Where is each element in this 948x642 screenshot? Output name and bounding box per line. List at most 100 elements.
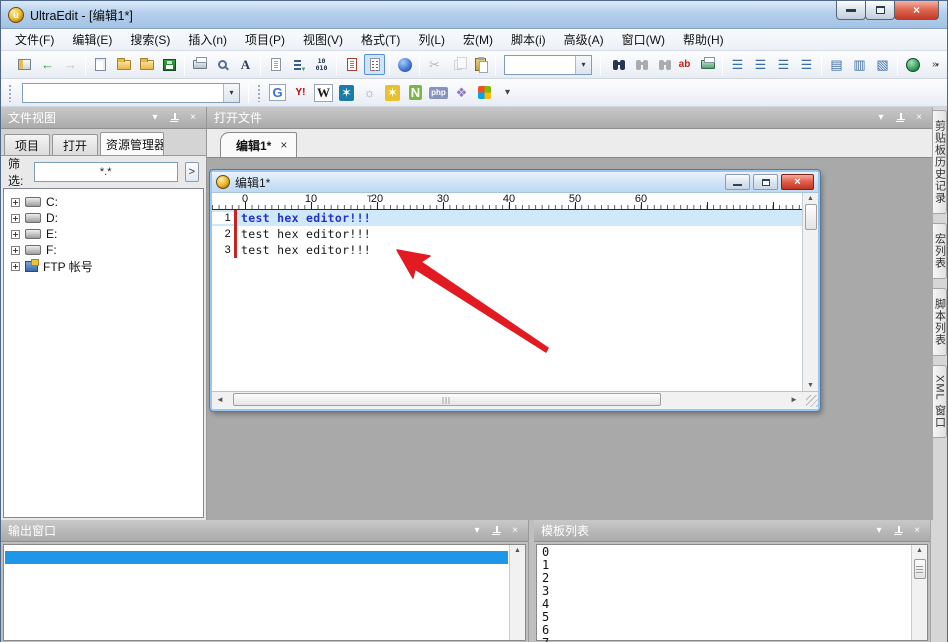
menu-help[interactable]: 帮助(H) [674, 28, 733, 51]
tree-item-drive-c[interactable]: C: [6, 194, 201, 210]
align-center-icon[interactable]: ☰ [750, 54, 771, 75]
template-list-item[interactable]: 1 [542, 559, 906, 572]
output-list[interactable] [4, 545, 509, 640]
scroll-down-icon[interactable]: ▼ [807, 382, 814, 389]
tree-item-drive-f[interactable]: F: [6, 242, 201, 258]
favorites-combobox[interactable]: ▾ [22, 83, 240, 103]
scroll-up-icon[interactable]: ▲ [807, 195, 814, 202]
menu-edit[interactable]: 编辑(E) [63, 28, 121, 51]
align-left-icon[interactable]: ☰ [727, 54, 748, 75]
print-icon[interactable] [189, 54, 210, 75]
file-view-header[interactable]: 文件视图 ▾ × [1, 107, 206, 129]
menu-project[interactable]: 项目(P) [236, 28, 294, 51]
lightbulb-icon[interactable]: ☼ [359, 82, 380, 103]
side-tab-clipboard-history[interactable]: 剪贴板历史记录 [933, 110, 947, 214]
resize-grip[interactable] [802, 392, 818, 407]
google-icon[interactable]: G [267, 82, 288, 103]
php-icon[interactable]: php [428, 82, 449, 103]
editor-window-titlebar[interactable]: 编辑1* × [212, 172, 818, 193]
close-button[interactable]: × [894, 1, 939, 20]
output-header[interactable]: 输出窗口 ▾ × [1, 520, 528, 542]
pin-icon[interactable] [168, 112, 180, 124]
hex-edit-icon[interactable]: 10 010 [311, 54, 332, 75]
close-icon[interactable]: × [187, 112, 199, 124]
find-next-icon[interactable] [651, 54, 672, 75]
windows-icon[interactable] [474, 82, 495, 103]
side-tab-script-list[interactable]: 脚本列表 [933, 288, 947, 356]
print-preview-icon[interactable] [212, 54, 233, 75]
editor-line[interactable]: 3 test hex editor!!! [212, 242, 802, 258]
forward-icon[interactable]: → [60, 54, 81, 75]
template-list-item[interactable]: 3 [542, 585, 906, 598]
menu-insert[interactable]: 插入(n) [179, 28, 236, 51]
menu-file[interactable]: 文件(F) [6, 28, 63, 51]
menu-advanced[interactable]: 高级(A) [555, 28, 613, 51]
msdn-icon[interactable]: ✶ [336, 82, 357, 103]
print-banner-icon[interactable] [697, 54, 718, 75]
menu-format[interactable]: 格式(T) [352, 28, 409, 51]
editor-line[interactable]: 2 test hex editor!!! [212, 226, 802, 242]
scroll-right-icon[interactable]: ► [786, 392, 802, 407]
file-view-tab-open[interactable]: 打开 [52, 134, 98, 155]
menu-macro[interactable]: 宏(M) [454, 28, 502, 51]
chevron-down-icon[interactable]: ▾ [575, 56, 591, 74]
scroll-left-icon[interactable]: ◄ [212, 392, 228, 407]
netscape-icon[interactable]: N [405, 82, 426, 103]
toolbar-overflow-icon[interactable]: ▾ [497, 82, 518, 103]
copy-icon[interactable] [447, 54, 468, 75]
split-horizontal-icon[interactable]: ▤ [826, 54, 847, 75]
browser-icon[interactable] [394, 54, 415, 75]
menu-script[interactable]: 脚本(i) [502, 28, 555, 51]
open-file-icon[interactable] [113, 54, 134, 75]
template-list-item[interactable]: 5 [542, 611, 906, 624]
chevron-down-icon[interactable]: ▾ [875, 112, 887, 124]
scrollbar-thumb[interactable] [805, 204, 817, 230]
document-tab[interactable]: 编辑1* × [220, 132, 297, 157]
template-list-item[interactable]: 4 [542, 598, 906, 611]
close-button[interactable]: × [781, 174, 814, 190]
scroll-up-icon[interactable]: ▲ [514, 547, 521, 554]
tree-item-drive-d[interactable]: D: [6, 210, 201, 226]
tree-item-drive-e[interactable]: E: [6, 226, 201, 242]
explorer-tree[interactable]: C: D: E: F: FTP 帐号 [3, 188, 204, 518]
expand-icon[interactable] [11, 262, 20, 271]
line-numbers-icon[interactable] [364, 54, 385, 75]
find-icon[interactable] [605, 54, 626, 75]
compare-icon[interactable] [341, 54, 362, 75]
expand-icon[interactable] [11, 246, 20, 255]
file-view-tab-project[interactable]: 项目 [4, 134, 50, 155]
restore-button[interactable] [753, 174, 778, 190]
close-icon[interactable]: × [913, 112, 925, 124]
wikipedia-icon[interactable]: W [313, 82, 334, 103]
text-area[interactable]: 1 test hex editor!!! 2 test hex editor!!… [212, 210, 802, 391]
template-list[interactable]: 01234567 [537, 545, 911, 640]
pin-icon[interactable] [490, 525, 502, 537]
scroll-up-icon[interactable]: ▲ [916, 547, 923, 554]
template-list-item[interactable]: 2 [542, 572, 906, 585]
minimize-button[interactable] [725, 174, 750, 190]
close-file-icon[interactable] [136, 54, 157, 75]
template-list-item[interactable]: 0 [542, 546, 906, 559]
side-tab-xml-window[interactable]: XML 窗口 [933, 365, 947, 438]
toolbar-overflow-icon[interactable]: » [925, 54, 946, 75]
selected-row[interactable] [5, 551, 508, 564]
side-tab-macro-list[interactable]: 宏列表 [933, 223, 947, 279]
tree-item-ftp-accounts[interactable]: FTP 帐号 [6, 258, 201, 274]
chevron-down-icon[interactable]: ▾ [471, 525, 483, 537]
file-view-tab-explorer[interactable]: 资源管理器 [100, 132, 164, 155]
msn-icon[interactable]: ❖ [451, 82, 472, 103]
find-prev-icon[interactable] [628, 54, 649, 75]
editor-line[interactable]: 1 test hex editor!!! [212, 210, 802, 226]
replace-icon[interactable]: ab [674, 54, 695, 75]
scrollbar-thumb[interactable] [233, 393, 661, 406]
cascade-windows-icon[interactable]: ▧ [872, 54, 893, 75]
restore-button[interactable] [865, 1, 895, 20]
chevron-down-icon[interactable]: ▾ [873, 525, 885, 537]
cut-icon[interactable]: ✂ [424, 54, 445, 75]
template-list-item[interactable]: 6 [542, 624, 906, 637]
pin-icon[interactable] [894, 112, 906, 124]
split-vertical-icon[interactable]: ▥ [849, 54, 870, 75]
toolbar-grip[interactable] [257, 84, 261, 102]
menu-window[interactable]: 窗口(W) [613, 28, 674, 51]
yahoo-developer-icon[interactable]: ✶ [382, 82, 403, 103]
